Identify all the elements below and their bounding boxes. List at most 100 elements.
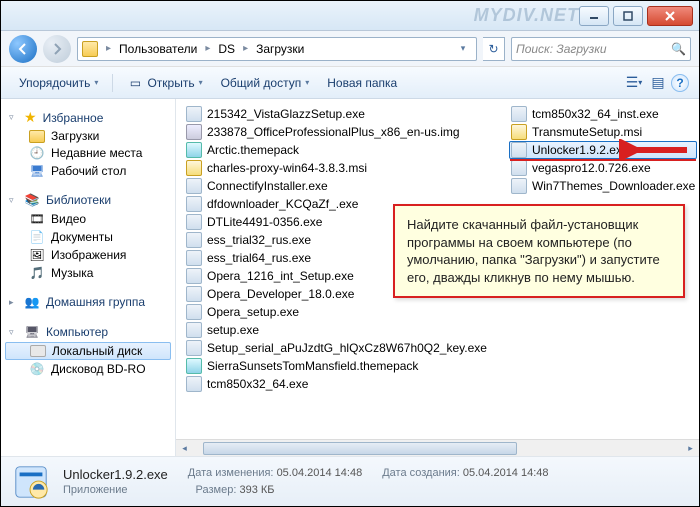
- sidebar-homegroup[interactable]: ▸👥Домашняя группа: [1, 292, 175, 312]
- exe-icon: [186, 268, 202, 284]
- forward-button[interactable]: [43, 35, 71, 63]
- file-item[interactable]: vegaspro12.0.726.exe: [509, 159, 697, 177]
- exe-icon: [186, 376, 202, 392]
- details-pane: Unlocker1.9.2.exe Дата изменения: 05.04.…: [1, 456, 699, 506]
- theme-icon: [186, 358, 202, 374]
- help-button[interactable]: ?: [671, 74, 689, 92]
- file-item[interactable]: Opera_setup.exe: [184, 303, 489, 321]
- search-input[interactable]: Поиск: Загрузки 🔍: [511, 37, 691, 61]
- sidebar-item-documents[interactable]: 📄Документы: [1, 228, 175, 246]
- file-item[interactable]: TransmuteSetup.msi: [509, 123, 697, 141]
- scroll-left-icon[interactable]: ◂: [176, 440, 193, 457]
- exe-icon: [186, 178, 202, 194]
- disc-icon: 💿: [29, 361, 45, 377]
- sidebar-item-recent[interactable]: 🕘Недавние места: [1, 144, 175, 162]
- annotation-callout: Найдите скачанный файл-установщик програ…: [393, 204, 685, 298]
- sidebar-favorites[interactable]: ▿★Избранное: [1, 107, 175, 128]
- share-button[interactable]: Общий доступ ▾: [213, 73, 318, 93]
- file-item[interactable]: ConnectifyInstaller.exe: [184, 177, 489, 195]
- new-folder-button[interactable]: Новая папка: [319, 73, 405, 93]
- sidebar-libraries[interactable]: ▿📚Библиотеки: [1, 190, 175, 210]
- file-name: ConnectifyInstaller.exe: [207, 179, 328, 193]
- back-button[interactable]: [9, 35, 37, 63]
- address-bar[interactable]: ▸ Пользователи ▸ DS ▸ Загрузки ▾: [77, 37, 477, 61]
- sidebar: ▿★Избранное Загрузки 🕘Недавние места 🖥Ра…: [1, 99, 176, 456]
- file-item[interactable]: Win7Themes_Downloader.exe: [509, 177, 697, 195]
- exe-icon: [511, 142, 527, 158]
- theme-icon: [186, 142, 202, 158]
- scroll-right-icon[interactable]: ▸: [682, 440, 699, 457]
- pictures-icon: 🖼: [29, 247, 45, 263]
- exe-icon: [511, 106, 527, 122]
- toolbar: Упорядочить ▾ ▭Открыть ▾ Общий доступ ▾ …: [1, 67, 699, 99]
- folder-icon: [29, 130, 45, 143]
- address-row: ▸ Пользователи ▸ DS ▸ Загрузки ▾ ↻ Поиск…: [1, 31, 699, 67]
- sidebar-item-bd-drive[interactable]: 💿Дисковод BD-RO: [1, 360, 175, 378]
- file-name: ess_trial64_rus.exe: [207, 251, 311, 265]
- file-name: 215342_VistaGlazzSetup.exe: [207, 107, 365, 121]
- scrollbar-thumb[interactable]: [203, 442, 517, 455]
- music-icon: 🎵: [29, 265, 45, 281]
- crumb[interactable]: Пользователи: [119, 42, 197, 56]
- view-options-button[interactable]: ☰ ▾: [623, 72, 645, 94]
- address-dropdown[interactable]: ▾: [454, 43, 472, 54]
- sidebar-item-downloads[interactable]: Загрузки: [1, 128, 175, 144]
- file-item[interactable]: Unlocker1.9.2.exe: [509, 141, 697, 159]
- exe-icon: [186, 322, 202, 338]
- homegroup-icon: 👥: [24, 294, 40, 310]
- file-item[interactable]: Setup_serial_aPuJzdtG_hlQxCz8W67h0Q2_key…: [184, 339, 489, 357]
- crumb[interactable]: Загрузки: [256, 42, 304, 56]
- file-item[interactable]: charles-proxy-win64-3.8.3.msi: [184, 159, 489, 177]
- search-placeholder: Поиск: Загрузки: [516, 42, 607, 56]
- sidebar-item-video[interactable]: 🎞Видео: [1, 210, 175, 228]
- file-item[interactable]: Arctic.themepack: [184, 141, 489, 159]
- organize-button[interactable]: Упорядочить ▾: [11, 73, 106, 93]
- msi-icon: [511, 124, 527, 140]
- crumb[interactable]: DS: [218, 42, 235, 56]
- search-icon: 🔍: [671, 42, 686, 56]
- file-name: DTLite4491-0356.exe: [207, 215, 322, 229]
- file-item[interactable]: SierraSunsetsTomMansfield.themepack: [184, 357, 489, 375]
- minimize-button[interactable]: [579, 6, 609, 26]
- sidebar-computer[interactable]: ▿🖥Компьютер: [1, 322, 175, 342]
- file-item[interactable]: 233878_OfficeProfessionalPlus_x86_en-us.…: [184, 123, 489, 141]
- file-name: Win7Themes_Downloader.exe: [532, 179, 695, 193]
- exe-icon: [186, 232, 202, 248]
- close-button[interactable]: [647, 6, 693, 26]
- exe-icon: [186, 106, 202, 122]
- details-type: Приложение: [63, 484, 128, 496]
- recent-icon: 🕘: [29, 145, 45, 161]
- desktop-icon: 🖥: [29, 163, 45, 179]
- refresh-button[interactable]: ↻: [483, 37, 505, 61]
- preview-pane-button[interactable]: ▤: [647, 72, 669, 94]
- file-name: vegaspro12.0.726.exe: [532, 161, 651, 175]
- open-button[interactable]: ▭Открыть ▾: [119, 72, 210, 94]
- file-name: Opera_Developer_18.0.exe: [207, 287, 354, 301]
- file-item[interactable]: tcm850x32_64.exe: [184, 375, 489, 393]
- file-name: charles-proxy-win64-3.8.3.msi: [207, 161, 367, 175]
- file-name: SierraSunsetsTomMansfield.themepack: [207, 359, 418, 373]
- horizontal-scrollbar[interactable]: ◂ ▸: [176, 439, 699, 456]
- file-name: setup.exe: [207, 323, 259, 337]
- maximize-button[interactable]: [613, 6, 643, 26]
- exe-icon: [186, 250, 202, 266]
- sidebar-item-music[interactable]: 🎵Музыка: [1, 264, 175, 282]
- file-name: 233878_OfficeProfessionalPlus_x86_en-us.…: [207, 125, 460, 139]
- sidebar-item-pictures[interactable]: 🖼Изображения: [1, 246, 175, 264]
- exe-icon: [186, 340, 202, 356]
- file-item[interactable]: 215342_VistaGlazzSetup.exe: [184, 105, 489, 123]
- star-icon: ★: [24, 109, 37, 126]
- sidebar-item-desktop[interactable]: 🖥Рабочий стол: [1, 162, 175, 180]
- file-item[interactable]: tcm850x32_64_inst.exe: [509, 105, 697, 123]
- file-name: TransmuteSetup.msi: [532, 125, 642, 139]
- library-icon: 📚: [24, 192, 40, 208]
- exe-icon: [186, 304, 202, 320]
- exe-icon: [186, 196, 202, 212]
- file-name: Opera_1216_int_Setup.exe: [207, 269, 354, 283]
- folder-icon: [82, 41, 98, 57]
- video-icon: 🎞: [29, 211, 45, 227]
- file-pane[interactable]: 215342_VistaGlazzSetup.exe 233878_OfficeP…: [176, 99, 699, 456]
- file-item[interactable]: setup.exe: [184, 321, 489, 339]
- sidebar-item-local-disk[interactable]: Локальный диск: [5, 342, 171, 360]
- chevron-right-icon: ▸: [241, 43, 250, 54]
